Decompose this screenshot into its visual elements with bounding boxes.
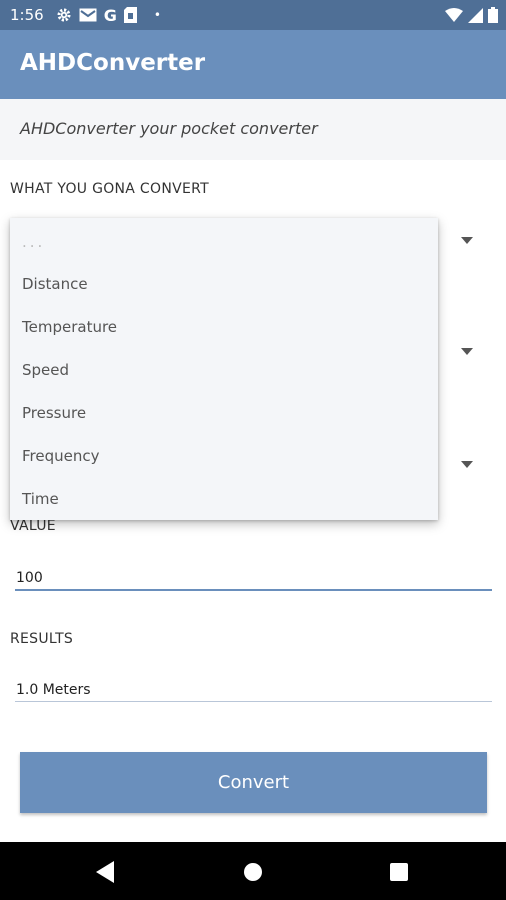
- navigation-bar: [0, 842, 506, 900]
- app-subtitle: AHDConverter your pocket converter: [20, 119, 318, 138]
- dropdown-placeholder[interactable]: ...: [22, 233, 45, 251]
- mail-icon: [79, 8, 97, 22]
- value-input[interactable]: 100: [16, 570, 43, 586]
- recents-icon[interactable]: [390, 863, 408, 881]
- convert-button[interactable]: Convert: [20, 752, 487, 813]
- value-input-underline: [15, 589, 492, 591]
- subtitle-band: AHDConverter your pocket converter: [0, 99, 506, 160]
- dropdown-option-pressure[interactable]: Pressure: [22, 404, 86, 422]
- category-spinner-caret-icon[interactable]: [461, 237, 473, 244]
- battery-icon: [488, 7, 498, 23]
- result-field: 1.0 Meters: [16, 682, 91, 698]
- status-system-icons: [445, 0, 498, 30]
- value-label: VALUE: [10, 518, 56, 534]
- app-screen: 1:56 G • AHDConverter AHDConverter your …: [0, 0, 506, 900]
- result-field-underline: [15, 701, 492, 702]
- dot-icon: •: [153, 8, 161, 22]
- status-bar: 1:56 G •: [0, 0, 506, 30]
- dropdown-option-time[interactable]: Time: [22, 490, 59, 508]
- status-time: 1:56: [10, 6, 44, 24]
- wifi-icon: [445, 8, 463, 22]
- convert-type-label: WHAT YOU GONA CONVERT: [10, 181, 209, 197]
- app-title: AHDConverter: [20, 50, 206, 76]
- gear-icon: [57, 8, 71, 22]
- category-dropdown-menu: ... Distance Temperature Speed Pressure …: [10, 218, 438, 520]
- dropdown-option-distance[interactable]: Distance: [22, 275, 88, 293]
- back-icon[interactable]: [96, 861, 116, 883]
- dropdown-option-speed[interactable]: Speed: [22, 361, 69, 379]
- home-icon[interactable]: [243, 862, 263, 882]
- to-unit-spinner-caret-icon[interactable]: [461, 461, 473, 468]
- app-bar: AHDConverter: [0, 30, 506, 99]
- dropdown-option-temperature[interactable]: Temperature: [22, 318, 117, 336]
- from-unit-spinner-caret-icon[interactable]: [461, 348, 473, 355]
- signal-icon: [468, 7, 483, 23]
- status-notification-icons: G •: [56, 6, 161, 25]
- google-icon: G: [103, 5, 117, 25]
- dropdown-option-frequency[interactable]: Frequency: [22, 447, 100, 465]
- results-label: RESULTS: [10, 631, 74, 647]
- sim-icon: [123, 7, 137, 23]
